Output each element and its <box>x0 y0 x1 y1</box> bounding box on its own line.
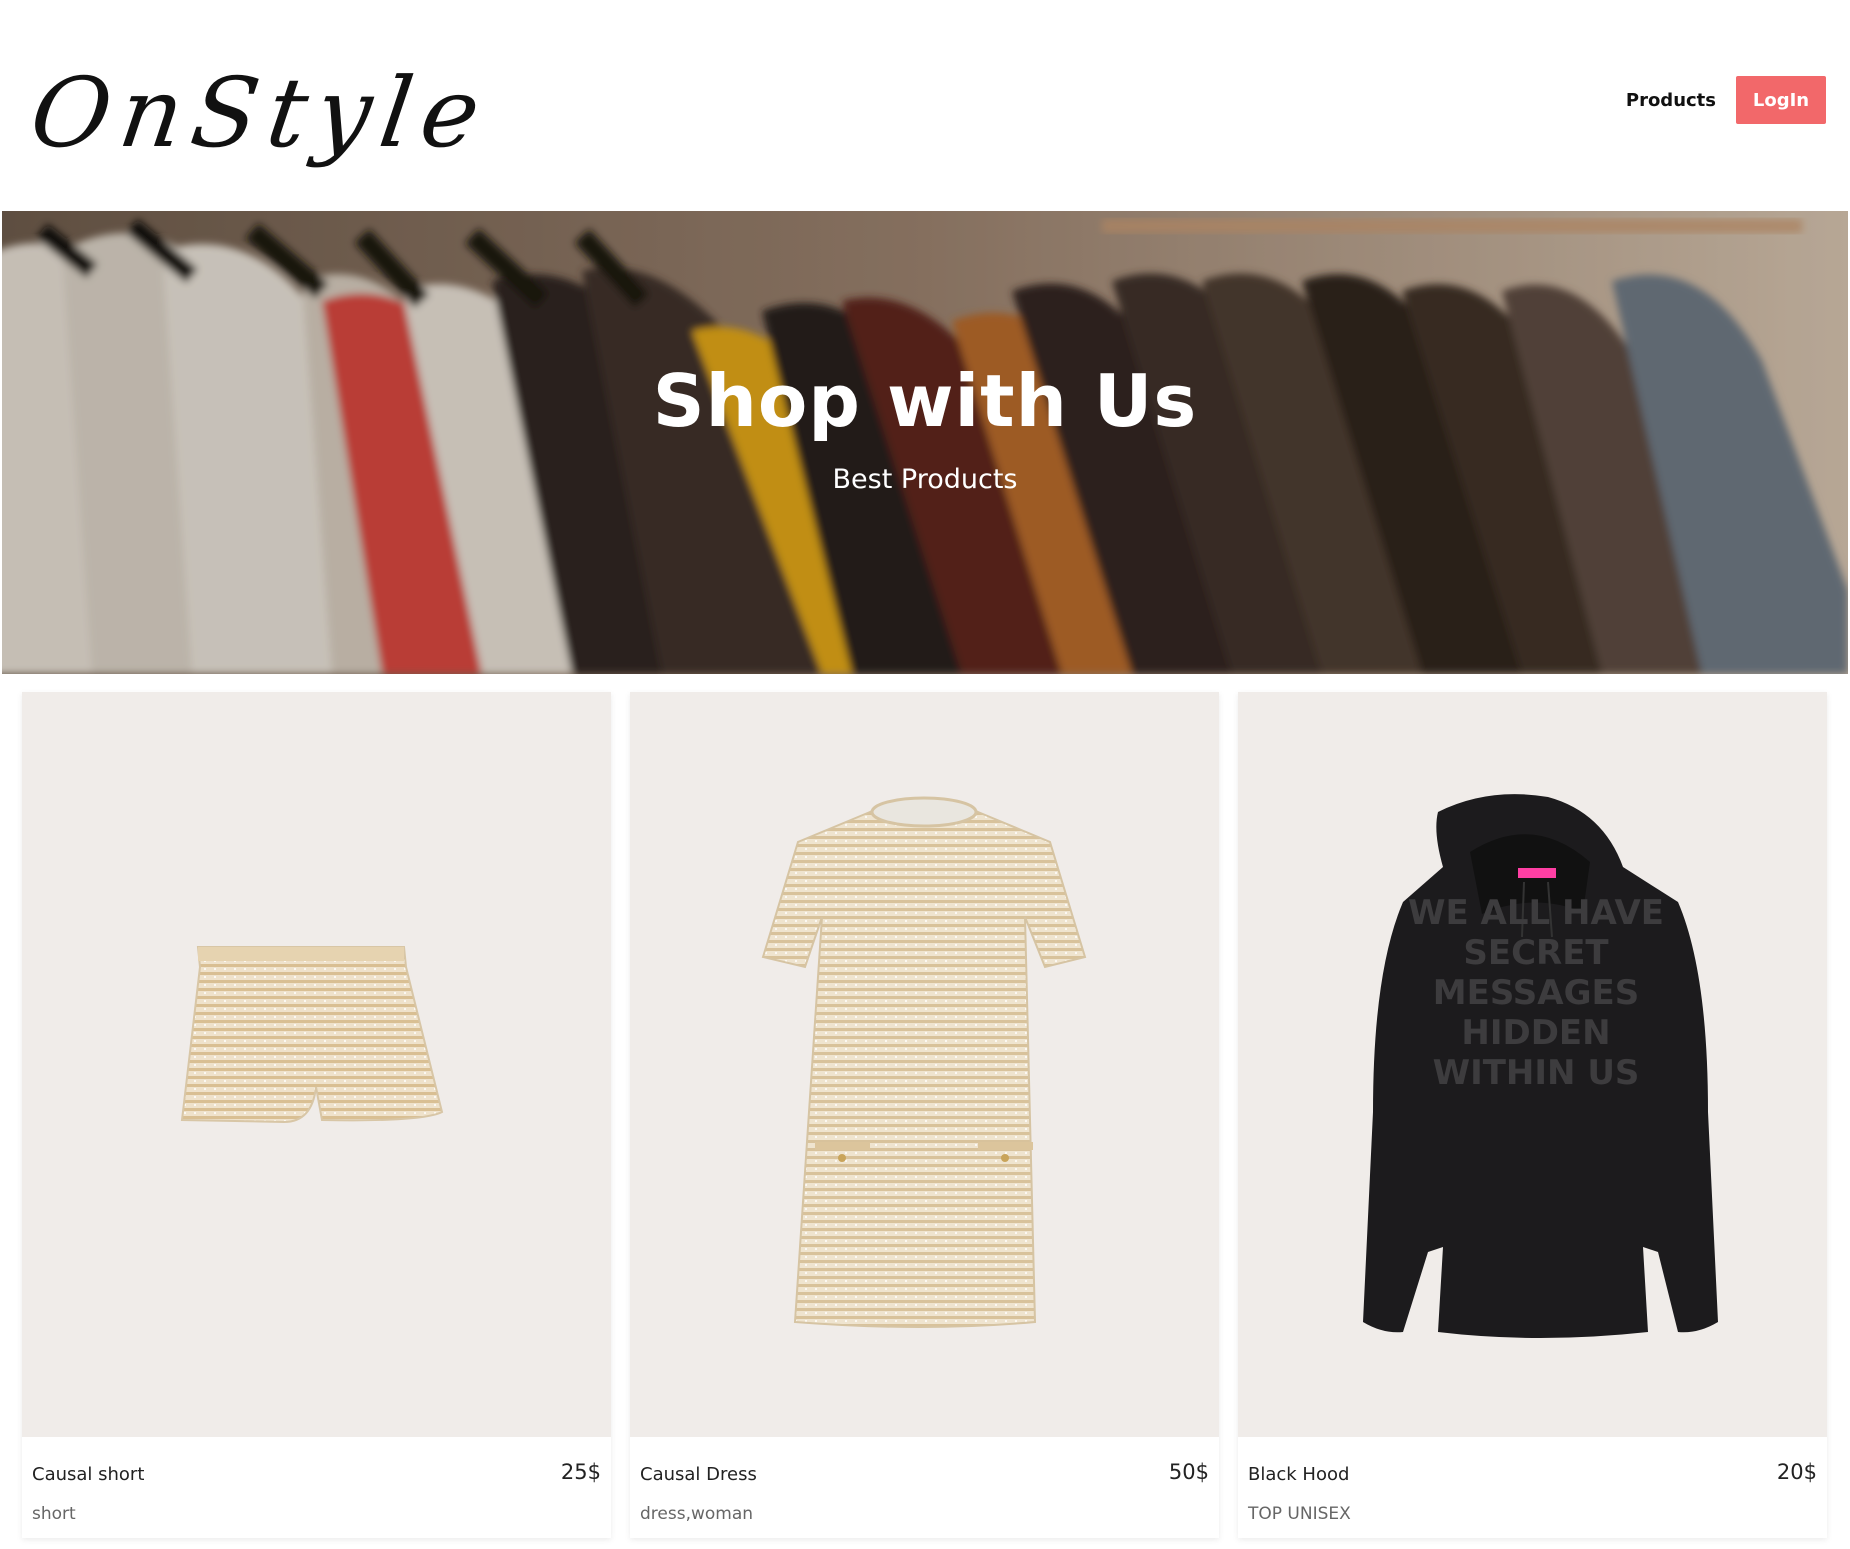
product-name[interactable]: Causal Dress <box>640 1464 757 1485</box>
product-image[interactable]: WE ALL HAVE SECRET MESSAGES HIDDEN WITHI… <box>1238 692 1827 1437</box>
product-price: 25$ <box>560 1460 601 1484</box>
product-image[interactable] <box>630 692 1219 1437</box>
top-nav: Products LogIn <box>1626 76 1826 124</box>
hoodie-print-line: HIDDEN <box>1461 1013 1610 1053</box>
black-hoodie-image: WE ALL HAVE SECRET MESSAGES HIDDEN WITHI… <box>1363 794 1718 1338</box>
product-image[interactable] <box>22 692 611 1437</box>
product-price: 20$ <box>1776 1460 1817 1484</box>
product-price: 50$ <box>1168 1460 1209 1484</box>
product-card[interactable]: Causal short 25$ short <box>22 692 611 1538</box>
hoodie-print-line: WITHIN US <box>1433 1053 1640 1093</box>
logo-text: OnStyle <box>24 57 497 169</box>
nav-products-link[interactable]: Products <box>1626 90 1716 111</box>
hoodie-print-line: SECRET <box>1463 933 1609 973</box>
hero-title: Shop with Us <box>652 359 1198 443</box>
product-name[interactable]: Black Hood <box>1248 1464 1349 1485</box>
tweed-shorts-image <box>180 946 444 1124</box>
hoodie-print-line: MESSAGES <box>1433 973 1639 1013</box>
product-tags: TOP UNISEX <box>1248 1504 1351 1524</box>
product-card[interactable]: WE ALL HAVE SECRET MESSAGES HIDDEN WITHI… <box>1238 692 1827 1538</box>
site-header: OnStyle Products LogIn <box>0 0 1850 211</box>
hero-subtitle: Best Products <box>832 464 1018 495</box>
onstyle-logo[interactable]: OnStyle <box>24 48 496 178</box>
product-name[interactable]: Causal short <box>32 1464 144 1485</box>
hero-banner: Shop with Us Best Products <box>2 211 1848 674</box>
hoodie-print-line: WE ALL HAVE <box>1408 893 1664 933</box>
product-tags: dress,woman <box>640 1504 754 1524</box>
product-grid: Causal short 25$ short Causal Dress 50$ … <box>22 692 1832 1542</box>
tweed-dress-image <box>761 796 1087 1328</box>
product-card[interactable]: Causal Dress 50$ dress,woman <box>630 692 1219 1538</box>
product-tags: short <box>32 1504 76 1524</box>
login-button[interactable]: LogIn <box>1736 76 1826 124</box>
